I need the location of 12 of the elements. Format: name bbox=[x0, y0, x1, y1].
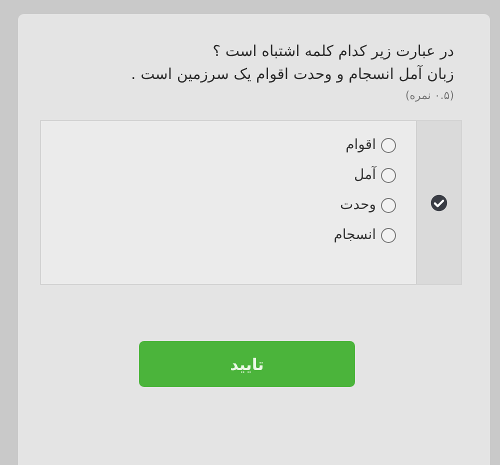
option-label[interactable]: آمل bbox=[354, 167, 376, 183]
question-text: در عبارت زیر کدام کلمه اشتباه است ؟ bbox=[212, 41, 454, 62]
option-label[interactable]: وحدت bbox=[340, 197, 376, 213]
radio-button[interactable] bbox=[381, 228, 396, 242]
score-label: (۰.۵ نمره) bbox=[404, 88, 454, 104]
radio-button[interactable] bbox=[381, 138, 396, 152]
check-icon bbox=[430, 194, 448, 212]
radio-button[interactable] bbox=[381, 198, 396, 212]
option-label[interactable]: انسجام bbox=[334, 227, 376, 243]
option-label[interactable]: اقوام bbox=[346, 137, 376, 153]
radio-button[interactable] bbox=[381, 168, 396, 182]
question-text: زبان آمل انسجام و وحدت اقوام یک سرزمین است . bbox=[130, 64, 454, 85]
